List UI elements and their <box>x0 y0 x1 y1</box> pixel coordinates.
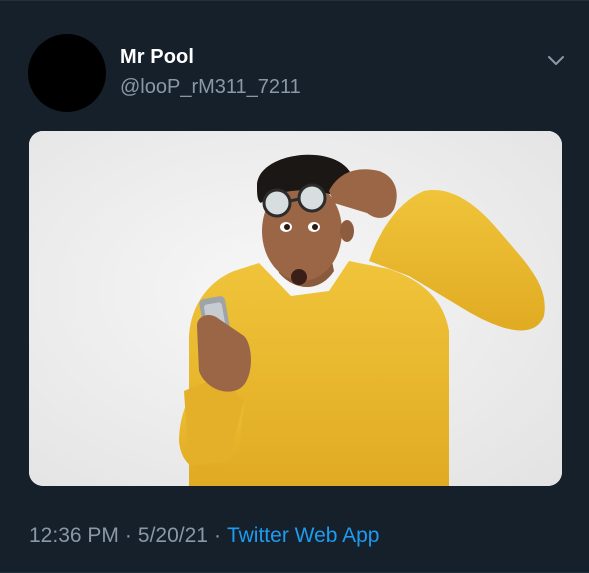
tweet-time[interactable]: 12:36 PM <box>29 524 119 547</box>
author-display-name[interactable]: Mr Pool <box>120 46 194 69</box>
tweet-source-link[interactable]: Twitter Web App <box>227 524 380 547</box>
avatar[interactable] <box>28 34 106 112</box>
divider <box>0 0 589 1</box>
meta-separator: · <box>213 524 221 547</box>
tweet-media-photo[interactable] <box>29 131 562 486</box>
chevron-down-icon[interactable] <box>544 50 568 70</box>
tweet-date[interactable]: 5/20/21 <box>138 524 208 547</box>
tweet: Mr Pool @looP_rM311_7211 12:36 PM · 5/20… <box>0 0 589 573</box>
meta-separator: · <box>124 524 132 547</box>
tweet-meta: 12:36 PM · 5/20/21 · Twitter Web App <box>29 524 380 548</box>
author-handle[interactable]: @looP_rM311_7211 <box>120 76 301 99</box>
photo-illustration <box>29 131 562 486</box>
